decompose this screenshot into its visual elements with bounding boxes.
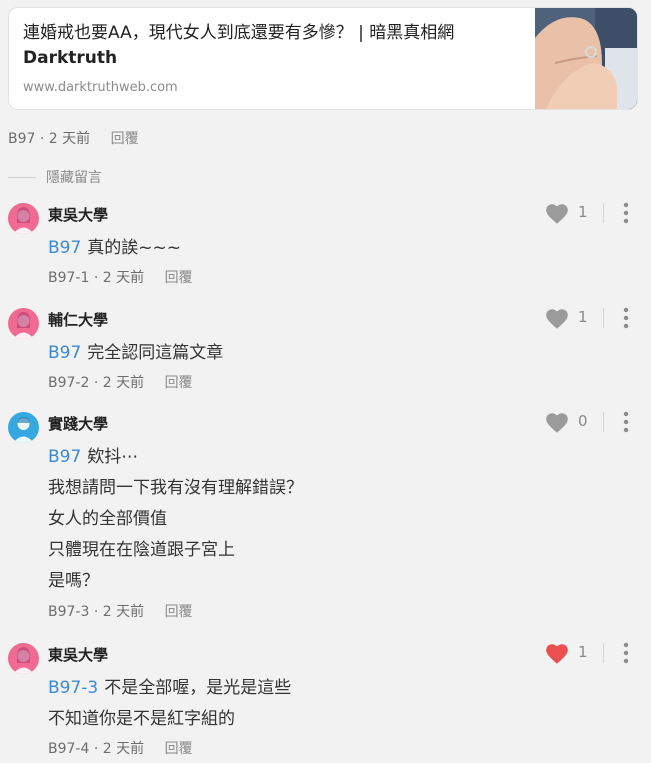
floor-tag[interactable]: B97-3 <box>48 678 98 698</box>
female-avatar-icon <box>13 647 34 674</box>
more-options-icon[interactable] <box>616 201 636 225</box>
reply-button[interactable]: 回覆 <box>165 270 193 286</box>
comment-line: 我想請問一下我有沒有理解錯誤？ <box>48 478 303 498</box>
floor-tag[interactable]: B97 <box>48 238 81 258</box>
comment-meta: B97-4 · 2 天前 回覆 <box>48 738 193 758</box>
male-avatar-icon <box>13 417 34 443</box>
female-avatar-icon <box>13 312 34 339</box>
heart-icon[interactable] <box>544 410 570 436</box>
like-count: 1 <box>578 308 588 326</box>
link-brand: Darktruth <box>23 48 118 68</box>
heart-icon[interactable] <box>544 201 570 227</box>
parent-time: 2 天前 <box>48 131 91 147</box>
like-count: 1 <box>578 643 588 661</box>
meta-dot: · <box>93 604 103 620</box>
meta-dot: · <box>39 131 49 147</box>
comment-body: B97 完全認同這篇文章 <box>48 338 223 369</box>
school-name[interactable]: 東吳大學 <box>48 644 108 665</box>
comment-floor: B97-3 <box>48 604 90 620</box>
like-count: 1 <box>578 203 588 221</box>
link-url: www.darktruthweb.com <box>23 80 178 95</box>
comment-line: 不是全部喔，是光是這些 <box>104 678 292 698</box>
comment-body: B97 真的誒~~~ <box>48 233 181 264</box>
comment-meta: B97-1 · 2 天前 回覆 <box>48 267 193 287</box>
comment-body: B97-3 不是全部喔，是光是這些 不知道你是不是紅字組的 <box>48 673 291 735</box>
comment-time: 2 天前 <box>102 741 145 757</box>
school-name[interactable]: 實踐大學 <box>48 413 108 434</box>
hidden-comments-toggle[interactable]: 隱藏留言 <box>8 167 102 187</box>
divider <box>603 203 604 223</box>
comment-floor: B97-1 <box>48 270 90 286</box>
meta-dot: · <box>93 270 103 286</box>
more-options-icon[interactable] <box>616 641 636 665</box>
school-name[interactable]: 東吳大學 <box>48 204 108 225</box>
hidden-comments-label: 隱藏留言 <box>46 170 102 186</box>
divider <box>603 643 604 663</box>
comment-line: 完全認同這篇文章 <box>87 343 224 363</box>
heart-icon[interactable] <box>544 641 570 667</box>
female-avatar-icon <box>13 207 34 234</box>
like-count: 0 <box>578 412 588 430</box>
avatar[interactable] <box>8 203 39 234</box>
comment-line: 是嗎？ <box>48 571 99 591</box>
floor-tag[interactable]: B97 <box>48 447 81 467</box>
reply-button[interactable]: 回覆 <box>165 375 193 391</box>
floor-tag[interactable]: B97 <box>48 343 81 363</box>
link-title[interactable]: 連婚戒也要AA，現代女人到底還要有多慘？ | 暗黑真相網 Darktruth <box>23 21 523 71</box>
comment-line: 只體現在在陰道跟子宮上 <box>48 540 235 560</box>
link-thumbnail <box>535 8 637 109</box>
link-preview-card[interactable]: 連婚戒也要AA，現代女人到底還要有多慘？ | 暗黑真相網 Darktruth w… <box>8 7 638 110</box>
parent-comment-meta: B97 · 2 天前 回覆 <box>8 128 139 148</box>
comment-line: 欸抖⋯ <box>87 447 139 467</box>
comment-time: 2 天前 <box>102 375 145 391</box>
meta-dot: · <box>93 375 103 391</box>
comment-floor: B97-4 <box>48 741 90 757</box>
parent-reply-button[interactable]: 回覆 <box>111 131 139 147</box>
meta-dot: · <box>93 741 103 757</box>
more-options-icon[interactable] <box>616 410 636 434</box>
comment-floor: B97-2 <box>48 375 90 391</box>
parent-floor: B97 <box>8 131 36 147</box>
reply-button[interactable]: 回覆 <box>165 604 193 620</box>
comment-meta: B97-2 · 2 天前 回覆 <box>48 372 193 392</box>
avatar[interactable] <box>8 308 39 339</box>
avatar[interactable] <box>8 412 39 443</box>
avatar[interactable] <box>8 643 39 674</box>
more-options-icon[interactable] <box>616 306 636 330</box>
comment-time: 2 天前 <box>102 270 145 286</box>
comment-meta: B97-3 · 2 天前 回覆 <box>48 601 193 621</box>
comment-line: 不知道你是不是紅字組的 <box>48 709 235 729</box>
comment-body: B97 欸抖⋯ 我想請問一下我有沒有理解錯誤？ 女人的全部價值 只體現在在陰道跟子… <box>48 442 303 597</box>
comment-time: 2 天前 <box>102 604 145 620</box>
divider <box>603 412 604 432</box>
school-name[interactable]: 輔仁大學 <box>48 309 108 330</box>
link-title-text: 連婚戒也要AA，現代女人到底還要有多慘？ | 暗黑真相網 <box>23 23 455 43</box>
divider-line <box>8 176 36 178</box>
divider <box>603 308 604 328</box>
comment-line: 真的誒~~~ <box>87 238 182 258</box>
comment-line: 女人的全部價值 <box>48 509 167 529</box>
heart-icon[interactable] <box>544 306 570 332</box>
reply-button[interactable]: 回覆 <box>165 741 193 757</box>
